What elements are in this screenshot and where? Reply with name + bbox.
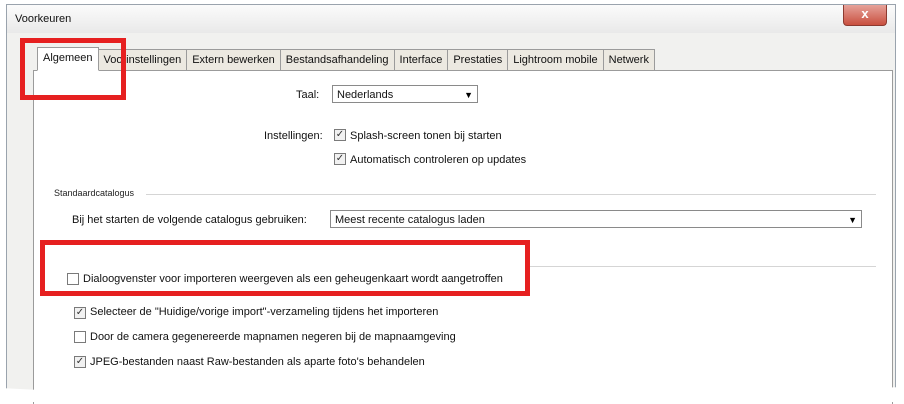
import-option-checkbox[interactable]: ✓ — [74, 356, 86, 368]
general-panel: Taal: Nederlands ▼ Instellingen: ✓ Splas… — [33, 70, 893, 404]
import-section-title: Importopties — [54, 260, 104, 270]
window-title: Voorkeuren — [15, 13, 72, 25]
tab-bestandsafhandeling[interactable]: Bestandsafhandeling — [280, 49, 395, 71]
tab-strip: Algemeen Voorinstellingen Extern bewerke… — [37, 47, 655, 71]
close-button[interactable]: x — [843, 5, 887, 26]
tab-interface[interactable]: Interface — [394, 49, 449, 71]
torn-edge — [0, 386, 904, 402]
title-bar: Voorkeuren x — [7, 5, 895, 33]
import-option-label: JPEG-bestanden naast Raw-bestanden als a… — [90, 356, 425, 368]
language-dropdown[interactable]: Nederlands ▼ — [332, 85, 478, 103]
language-label: Taal: — [296, 89, 320, 101]
tab-extern-bewerken[interactable]: Extern bewerken — [187, 49, 281, 71]
import-option-label: Door de camera gegenereerde mapnamen neg… — [90, 331, 456, 343]
tab-lightroom-mobile[interactable]: Lightroom mobile — [508, 49, 604, 71]
chevron-down-icon: ▼ — [464, 90, 473, 100]
chevron-down-icon: ▼ — [848, 215, 857, 225]
splash-checkbox[interactable]: ✓ — [334, 129, 346, 141]
tab-algemeen[interactable]: Algemeen — [37, 47, 99, 71]
splash-label: Splash-screen tonen bij starten — [350, 130, 502, 142]
catalog-section-title: Standaardcatalogus — [54, 188, 135, 198]
tab-netwerk[interactable]: Netwerk — [603, 49, 655, 71]
import-option-checkbox[interactable] — [74, 282, 86, 294]
preferences-window: Voorkeuren x Algemeen Voorinstellingen E… — [6, 4, 896, 404]
settings-label: Instellingen: — [264, 130, 323, 142]
section-divider — [146, 194, 876, 195]
import-option-label: Dialoogvenster voor importeren weergeven… — [90, 282, 510, 294]
updates-checkbox[interactable]: ✓ — [334, 153, 346, 165]
import-option-checkbox[interactable]: ✓ — [74, 307, 86, 319]
language-value: Nederlands — [337, 89, 394, 101]
import-option-checkbox[interactable] — [74, 331, 86, 343]
catalog-value: Meest recente catalogus laden — [335, 214, 485, 226]
section-divider — [114, 266, 876, 267]
tab-voorinstellingen[interactable]: Voorinstellingen — [98, 49, 188, 71]
catalog-label: Bij het starten de volgende catalogus ge… — [72, 214, 307, 226]
tab-prestaties[interactable]: Prestaties — [448, 49, 509, 71]
updates-label: Automatisch controleren op updates — [350, 154, 527, 166]
catalog-dropdown[interactable]: Meest recente catalogus laden ▼ — [330, 210, 862, 228]
close-icon: x — [861, 6, 869, 21]
import-option-label: Selecteer de "Huidige/vorige import"-ver… — [90, 306, 439, 318]
